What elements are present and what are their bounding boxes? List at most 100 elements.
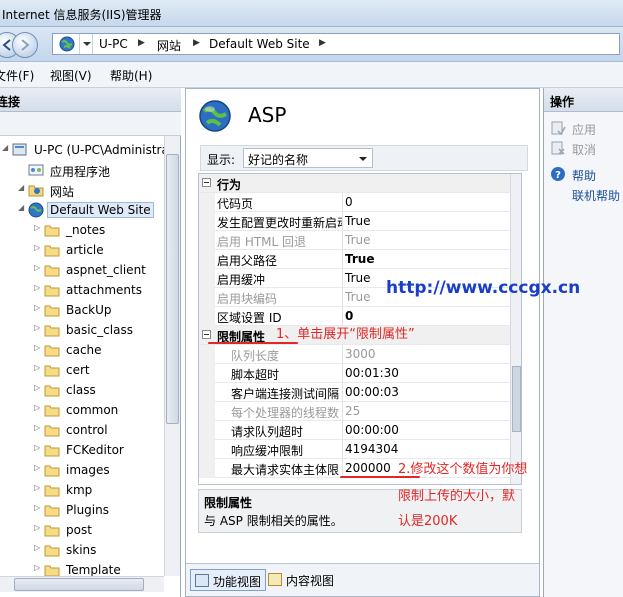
folder-icon [44,465,60,477]
property-row[interactable]: 响应缓冲限制 4194304 [199,440,510,459]
tree-expander-icon[interactable]: ◢ [18,183,24,192]
folder-icon [44,285,60,297]
property-value[interactable]: 00:00:03 [345,385,399,399]
property-value[interactable]: 25 [345,404,360,418]
content-view-button[interactable]: 内容视图 [264,569,338,591]
watermark-url: http://www.cccgx.cn [386,278,581,298]
breadcrumb-separator[interactable]: ▶ [193,38,200,48]
grid-scrollbar[interactable] [510,174,521,484]
tree-expander-icon[interactable]: ◢ [18,203,24,212]
action-online-help[interactable]: 联机帮助 [572,187,620,204]
property-row[interactable]: 客户端连接测试间隔 00:00:03 [199,383,510,402]
property-value[interactable]: 0 [345,195,353,209]
property-row[interactable]: 启用父路径 True [199,250,510,269]
property-name: 脚本超时 [215,364,343,383]
property-value[interactable]: True [345,271,371,285]
annotation-step2-line1: 2.修改这个数值为你想 [398,462,528,477]
display-label: 显示: [207,153,236,167]
tree-node-label: images [66,463,110,477]
action-cancel[interactable]: 取消 [572,141,596,158]
tree-expander-icon[interactable]: ▷ [34,323,40,332]
row-gutter [199,459,215,478]
breadcrumb-separator[interactable]: ▶ [319,38,326,48]
menu-help[interactable]: 帮助(H) [110,67,152,84]
tree-expander-icon[interactable]: ▷ [34,303,40,312]
property-row[interactable]: 每个处理器的线程数 25 [199,402,510,421]
tree-expander-icon[interactable]: ▷ [34,563,40,572]
tree-expander-icon[interactable]: ▷ [34,523,40,532]
tree-expander-icon[interactable]: ▷ [34,283,40,292]
property-value[interactable]: True [345,252,374,266]
action-apply[interactable]: 应用 [572,121,596,138]
description-text: 与 ASP 限制相关的属性。 [204,514,343,528]
property-row[interactable]: 请求队列超时 00:00:00 [199,421,510,440]
row-gutter [199,345,215,364]
property-value[interactable]: 0 [345,309,353,323]
row-gutter [199,269,215,288]
server-icon [12,143,27,156]
annotation-step2-line3: 认是200K [398,514,458,529]
tree-expander-icon[interactable]: ▷ [34,403,40,412]
property-value[interactable]: True [345,290,371,304]
tree-expander-icon[interactable]: ◢ [2,143,8,152]
property-value[interactable]: True [345,233,371,247]
tree-vertical-scrollbar[interactable] [164,136,180,576]
tree-expander-icon[interactable]: ▷ [34,363,40,372]
action-help[interactable]: 帮助 [572,167,596,184]
tree-expander-icon[interactable]: ▷ [34,223,40,232]
property-value[interactable]: 200000 [345,461,391,475]
property-name: 每个处理器的线程数 [215,402,343,421]
asp-globe-icon [199,100,231,132]
property-value[interactable]: True [345,214,371,228]
scrollbar-thumb[interactable] [14,578,144,591]
tree-node-label: common [66,403,119,417]
breadcrumb-sites[interactable]: 网站 [157,37,181,54]
property-name: 发生配置更改时重新启动 [215,212,343,231]
annotation-underline-value [340,476,420,478]
forward-button[interactable] [12,32,38,58]
folder-icon [44,245,60,257]
property-category[interactable]: 行为 [199,174,510,193]
tree-expander-icon[interactable]: ▷ [34,503,40,512]
folder-icon [44,385,60,397]
tree-expander-icon[interactable]: ▷ [34,443,40,452]
tree-expander-icon[interactable]: ▷ [34,423,40,432]
view-switcher: 功能视图 内容视图 [186,563,539,596]
property-value[interactable]: 4194304 [345,442,398,456]
folder-icon [44,425,60,437]
category-label: 行为 [217,178,242,192]
breadcrumb-default-web-site[interactable]: Default Web Site [209,37,310,51]
property-row[interactable]: 脚本超时 00:01:30 [199,364,510,383]
row-gutter [199,421,215,440]
tree-expander-icon[interactable]: ▷ [34,343,40,352]
tree-node-label: attachments [66,283,142,297]
breadcrumb-computer[interactable]: U-PC [99,37,128,51]
tree-expander-icon[interactable]: ▷ [34,243,40,252]
tree-expander-icon[interactable]: ▷ [34,263,40,272]
tree-expander-icon[interactable]: ▷ [34,463,40,472]
tree-expander-icon[interactable]: ▷ [34,483,40,492]
scrollbar-thumb[interactable] [512,366,521,432]
breadcrumb-separator[interactable]: ▶ [138,38,145,48]
menu-file[interactable]: 文件(F) [0,67,34,84]
property-value[interactable]: 00:01:30 [345,366,399,380]
features-view-button[interactable]: 功能视图 [190,569,267,591]
tree-expander-icon[interactable]: ▷ [34,543,40,552]
display-select[interactable]: 好记的名称 [243,148,373,168]
help-icon: ? [551,167,565,181]
property-value[interactable]: 3000 [345,347,376,361]
address-bar[interactable]: U-PC ▶ 网站 ▶ Default Web Site ▶ [52,33,620,55]
property-value[interactable]: 00:00:00 [345,423,399,437]
menu-view[interactable]: 视图(V) [50,67,92,84]
folder-icon [44,265,60,277]
property-row[interactable]: 代码页 0 [199,193,510,212]
row-gutter [199,383,215,402]
tree-horizontal-scrollbar[interactable] [0,576,164,592]
property-row[interactable]: 启用 HTML 回退 True [199,231,510,250]
scrollbar-thumb[interactable] [166,154,179,424]
property-row[interactable]: 队列长度 3000 [199,345,510,364]
tree-node-label: U-PC (U-PC\Administrat [34,143,164,157]
property-row[interactable]: 发生配置更改时重新启动 True [199,212,510,231]
address-dropdown[interactable] [79,34,93,54]
tree-expander-icon[interactable]: ▷ [34,383,40,392]
